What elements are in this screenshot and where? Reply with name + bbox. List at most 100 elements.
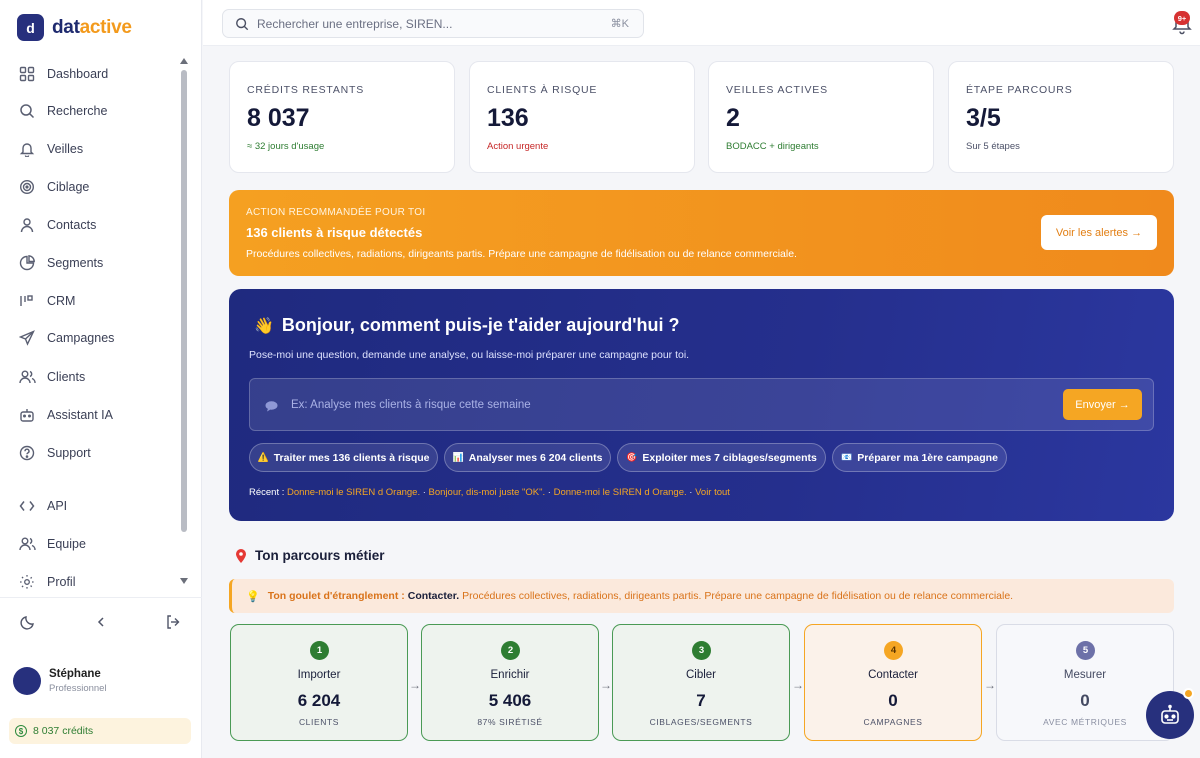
assistant-greeting: 👋 Bonjour, comment puis-je t'aider aujou… xyxy=(254,315,680,336)
avatar xyxy=(13,667,41,695)
stat-card-parcours[interactable]: ÉTAPE PARCOURS 3/5 Sur 5 étapes xyxy=(948,61,1174,173)
sidebar-item-assistant-ia[interactable]: Assistant IA xyxy=(18,400,178,430)
fab-notification-dot xyxy=(1183,688,1194,699)
assistant-subtitle: Pose-moi une question, demande une analy… xyxy=(249,349,690,361)
arrow-icon: → xyxy=(984,678,996,692)
step-number: 5 xyxy=(1076,641,1095,660)
banner-kicker: ACTION RECOMMANDÉE POUR TOI xyxy=(246,207,426,218)
sidebar-divider xyxy=(0,597,202,598)
stat-value: 2 xyxy=(726,104,740,132)
bell-icon xyxy=(18,140,36,158)
pin-icon xyxy=(236,548,246,563)
chip-analyze-clients[interactable]: 📊 Analyser mes 6 204 clients xyxy=(444,443,611,472)
step-value: 7 xyxy=(696,691,706,710)
sidebar-item-label: Clients xyxy=(47,370,86,384)
arrow-icon: → xyxy=(792,678,804,692)
user-role: Professionnel xyxy=(49,683,107,694)
greeting-text: Bonjour, comment puis-je t'aider aujourd… xyxy=(281,315,680,335)
scroll-up-icon[interactable] xyxy=(180,58,188,64)
help-icon xyxy=(18,444,36,462)
code-icon xyxy=(18,497,36,515)
scroll-thumb[interactable] xyxy=(181,70,187,532)
chip-campaign[interactable]: 📧 Préparer ma 1ère campagne xyxy=(832,443,1007,472)
logo-mark: d xyxy=(17,14,44,41)
sidebar-item-label: API xyxy=(47,499,68,513)
bars-icon xyxy=(18,292,36,310)
sidebar-tools xyxy=(0,612,202,634)
alert-value: Contacter. xyxy=(407,590,460,602)
banner-description: Procédures collectives, radiations, diri… xyxy=(246,248,797,260)
sidebar-item-api[interactable]: API xyxy=(18,491,178,521)
step-name: Mesurer xyxy=(1063,669,1107,681)
stat-card-credits[interactable]: CRÉDITS RESTANTS 8 037 ≈ 32 jours d'usag… xyxy=(229,61,455,173)
logo[interactable]: d datactive xyxy=(17,14,132,41)
step-card-cibler[interactable]: 3 Cibler 7 CIBLAGES/SEGMENTS xyxy=(612,624,790,741)
step-number: 1 xyxy=(310,641,329,660)
stat-sub: BODACC + dirigeants xyxy=(726,141,819,152)
stat-card-risk[interactable]: CLIENTS À RISQUE 136 Action urgente xyxy=(469,61,695,173)
sidebar-item-dashboard[interactable]: Dashboard xyxy=(18,59,178,89)
sidebar-scrollbar[interactable] xyxy=(180,58,188,588)
credits-badge[interactable]: $ 8 037 crédits xyxy=(9,718,191,744)
step-card-importer[interactable]: 1 Importer 6 204 CLIENTS xyxy=(230,624,408,741)
sidebar-item-crm[interactable]: CRM xyxy=(18,286,178,316)
chevron-left-icon[interactable] xyxy=(91,612,111,632)
chip-targeting[interactable]: 🎯 Exploiter mes 7 ciblages/segments xyxy=(617,443,826,472)
sidebar-item-contacts[interactable]: Contacts xyxy=(18,210,178,240)
notification-badge: 9+ xyxy=(1174,11,1190,25)
sidebar-item-label: Campagnes xyxy=(47,331,115,345)
wave-icon: 👋 xyxy=(254,317,274,335)
sidebar-item-profil[interactable]: Profil xyxy=(18,567,178,597)
sidebar-item-ciblage[interactable]: Ciblage xyxy=(18,172,178,202)
send-icon xyxy=(18,329,36,347)
parcours-title: Ton parcours métier xyxy=(236,548,385,563)
scroll-down-icon[interactable] xyxy=(180,578,188,584)
logout-icon[interactable] xyxy=(163,612,183,632)
chip-risk-clients[interactable]: ⚠️ Traiter mes 136 clients à risque xyxy=(249,443,438,472)
sidebar-item-label: Recherche xyxy=(47,104,108,118)
step-caption: CLIENTS xyxy=(298,717,340,727)
recent-query-link[interactable]: Bonjour, dis-moi juste "OK". xyxy=(429,487,546,498)
action-banner: ACTION RECOMMANDÉE POUR TOI 136 clients … xyxy=(229,190,1174,276)
view-alerts-button[interactable]: Voir les alertes → xyxy=(1041,215,1157,250)
stat-sub: Sur 5 étapes xyxy=(966,141,1020,152)
step-caption: CAMPAGNES xyxy=(863,717,923,727)
sidebar-item-campagnes[interactable]: Campagnes xyxy=(18,323,178,353)
chart-icon: 📊 xyxy=(452,452,464,462)
sidebar: d datactive Dashboard Recherche Veilles … xyxy=(0,0,202,758)
stat-value: 8 037 xyxy=(247,104,310,132)
stat-value: 136 xyxy=(487,104,529,132)
moon-icon[interactable] xyxy=(18,612,38,632)
step-card-contacter[interactable]: 4 Contacter 0 CAMPAGNES xyxy=(804,624,982,741)
target-icon xyxy=(18,178,36,196)
sidebar-item-support[interactable]: Support xyxy=(18,438,178,468)
search-placeholder: Rechercher une entreprise, SIREN... xyxy=(257,16,453,31)
search-icon xyxy=(18,102,36,120)
recent-query-link[interactable]: Donne-moi le SIREN d Orange. xyxy=(554,487,687,498)
search-input[interactable]: Rechercher une entreprise, SIREN... ⌘K xyxy=(222,9,644,38)
step-card-enrichir[interactable]: 2 Enrichir 5 406 87% SIRÉTISÉ xyxy=(421,624,599,741)
sidebar-item-segments[interactable]: Segments xyxy=(18,248,178,278)
send-button[interactable]: Envoyer → xyxy=(1063,389,1142,420)
sidebar-item-recherche[interactable]: Recherche xyxy=(18,96,178,126)
sidebar-item-veilles[interactable]: Veilles xyxy=(18,134,178,164)
stat-value: 3/5 xyxy=(966,104,1001,132)
stat-card-veilles[interactable]: VEILLES ACTIVES 2 BODACC + dirigeants xyxy=(708,61,934,173)
step-caption: CIBLAGES/SEGMENTS xyxy=(649,717,753,727)
sidebar-item-equipe[interactable]: Equipe xyxy=(18,529,178,559)
step-value: 5 406 xyxy=(488,691,532,710)
user-card[interactable]: Stéphane Professionnel xyxy=(13,667,107,695)
assistant-panel: 👋 Bonjour, comment puis-je t'aider aujou… xyxy=(229,289,1174,521)
step-value: 6 204 xyxy=(297,691,341,710)
recent-query-link[interactable]: Donne-moi le SIREN d Orange. xyxy=(287,487,420,498)
see-all-link[interactable]: Voir tout xyxy=(695,487,730,498)
sidebar-item-label: Support xyxy=(47,446,91,460)
search-shortcut: ⌘K xyxy=(610,18,629,30)
credits-text: 8 037 crédits xyxy=(33,725,94,737)
arrow-icon: → xyxy=(600,678,612,692)
assistant-input[interactable]: Ex: Analyse mes clients à risque cette s… xyxy=(249,378,1154,431)
mail-icon: 📧 xyxy=(841,452,853,462)
robot-icon xyxy=(1161,704,1179,724)
sidebar-item-clients[interactable]: Clients xyxy=(18,362,178,392)
step-number: 2 xyxy=(501,641,520,660)
